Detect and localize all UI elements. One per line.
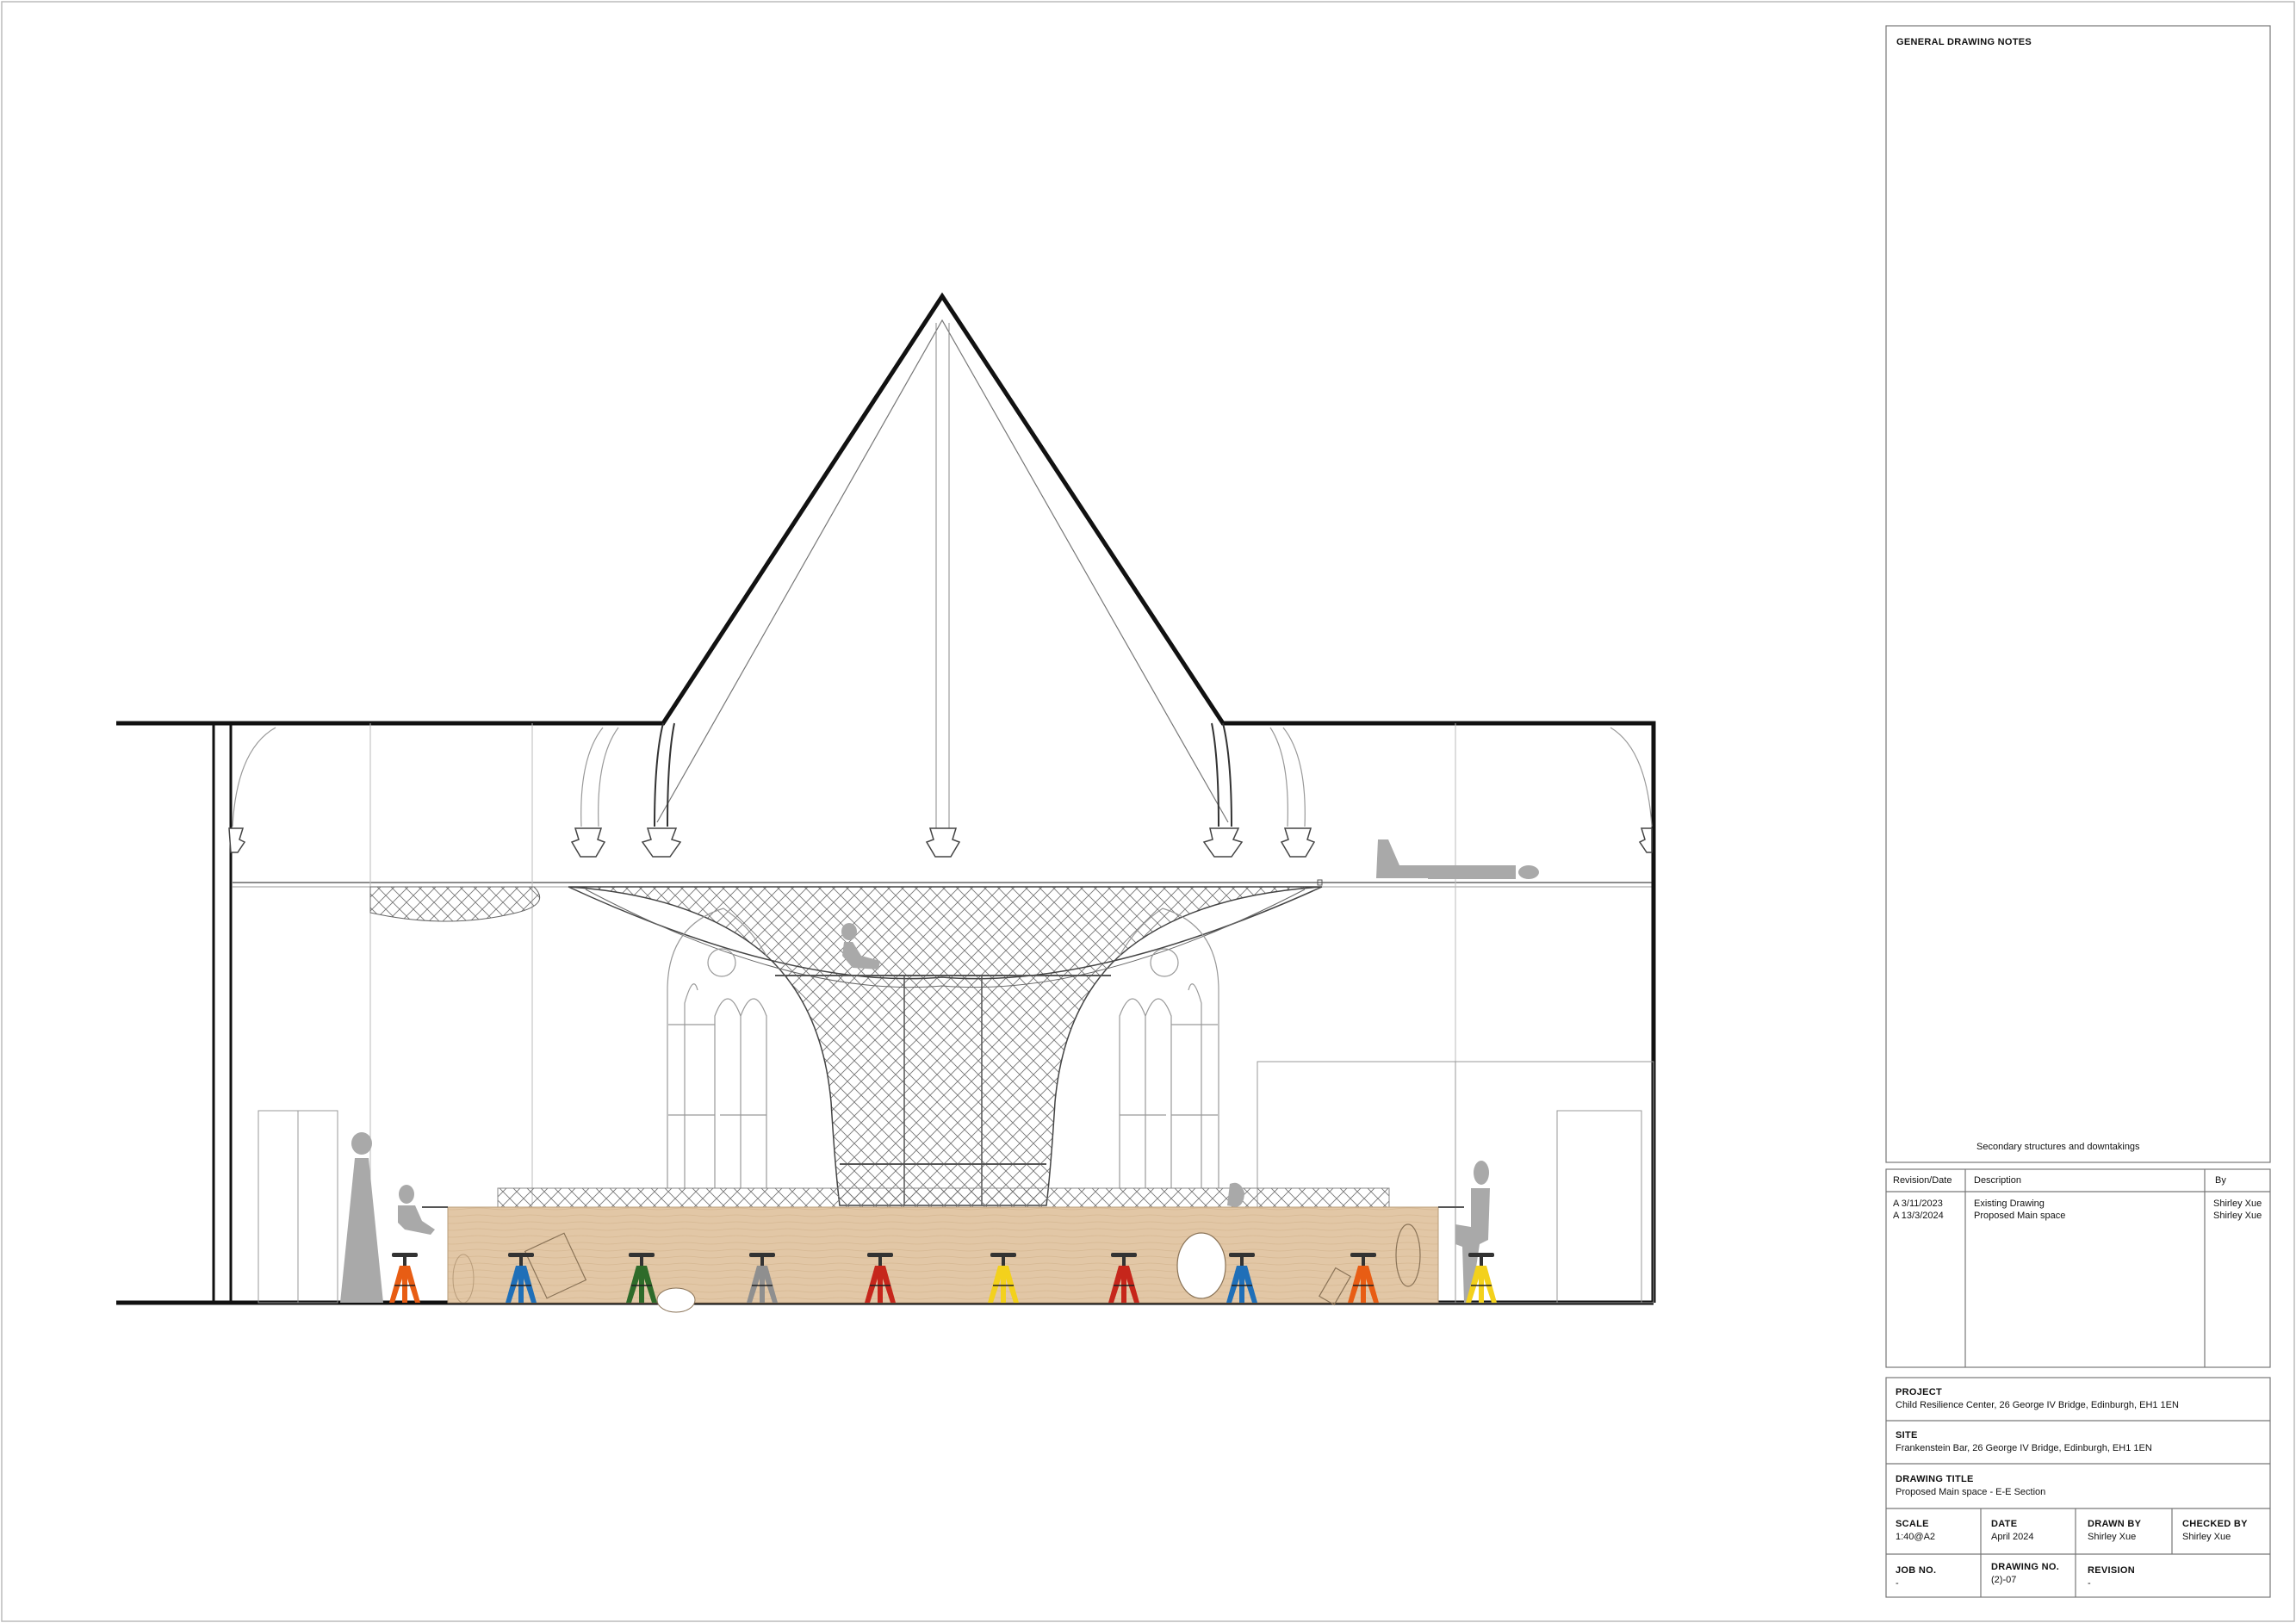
drawing-no-value: (2)-07 — [1991, 1575, 2017, 1585]
revision-by: Shirley Xue — [2213, 1199, 2262, 1209]
seated-figure-left — [398, 1185, 435, 1235]
revision-by: Shirley Xue — [2213, 1211, 2262, 1221]
scale-label: SCALE — [1896, 1519, 1929, 1529]
drawing-title-value: Proposed Main space - E-E Section — [1896, 1487, 2046, 1497]
stool — [389, 1253, 420, 1303]
drawn-by-label: DRAWN BY — [2088, 1519, 2142, 1529]
wooden-counter — [447, 1206, 1439, 1304]
revision-desc: Existing Drawing — [1974, 1199, 2045, 1209]
counter-rail — [497, 1187, 1390, 1208]
standing-figure-left — [340, 1132, 383, 1303]
section-drawing — [116, 292, 1656, 1313]
title-block-frame — [1885, 25, 2271, 1598]
sheet-border — [1, 1, 2295, 1622]
revision-value: - — [2088, 1578, 2091, 1589]
revision-row: A 3/11/2023 A 13/3/2024 — [1893, 1198, 1944, 1222]
arch-ribs — [654, 722, 1232, 827]
scale-value: 1:40@A2 — [1896, 1532, 1936, 1542]
job-no-value: - — [1896, 1578, 1899, 1589]
revision-rev: A 3/11/2023 — [1893, 1199, 1943, 1209]
site-label: SITE — [1896, 1430, 1918, 1440]
drawn-by-value: Shirley Xue — [2088, 1532, 2137, 1542]
net-canopy — [369, 886, 541, 922]
drawing-sheet — [1, 1, 2295, 1622]
left-wall — [212, 723, 233, 1303]
revision-desc-col: Existing Drawing Proposed Main space — [1974, 1198, 2065, 1222]
job-no-label: JOB NO. — [1896, 1565, 1937, 1576]
drawing-title-label: DRAWING TITLE — [1896, 1474, 1974, 1484]
project-value: Child Resilience Center, 26 George IV Br… — [1896, 1400, 2179, 1410]
revision-by-col: Shirley Xue Shirley Xue — [2213, 1198, 2262, 1222]
revision-label: REVISION — [2088, 1565, 2135, 1576]
site-value: Frankenstein Bar, 26 George IV Bridge, E… — [1896, 1443, 2152, 1453]
date-value: April 2024 — [1991, 1532, 2034, 1542]
notes-legend-text: Secondary structures and downtakings — [1976, 1142, 2140, 1152]
date-label: DATE — [1991, 1519, 2018, 1529]
reclining-figure-mezzanine — [1376, 839, 1539, 879]
revision-header-desc: Description — [1974, 1175, 2022, 1186]
checked-by-label: CHECKED BY — [2182, 1519, 2248, 1529]
checked-by-value: Shirley Xue — [2182, 1532, 2231, 1542]
drawing-no-label: DRAWING NO. — [1991, 1562, 2060, 1572]
revision-rev: A 13/3/2024 — [1893, 1211, 1944, 1221]
corbels — [228, 827, 1653, 858]
revision-header-rev: Revision/Date — [1893, 1175, 1952, 1186]
revision-header-by: By — [2215, 1175, 2226, 1186]
notes-heading: GENERAL DRAWING NOTES — [1896, 37, 2032, 47]
revision-desc: Proposed Main space — [1974, 1211, 2066, 1221]
project-label: PROJECT — [1896, 1387, 1943, 1397]
